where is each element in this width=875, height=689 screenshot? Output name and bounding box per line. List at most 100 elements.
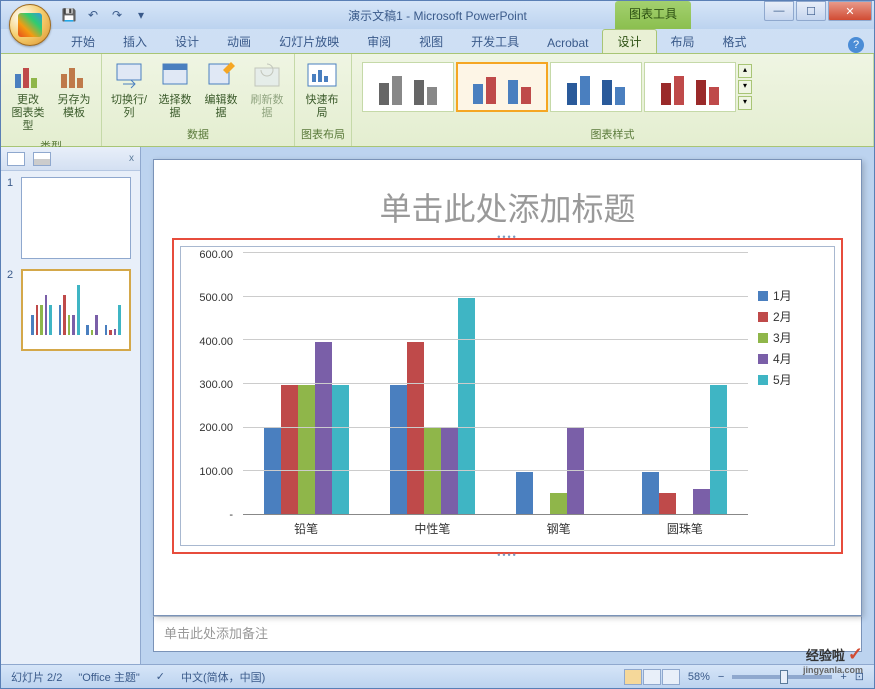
- thumb-num-1: 1: [7, 177, 17, 259]
- data-bar[interactable]: [550, 493, 567, 515]
- chart-style-1[interactable]: [362, 62, 454, 112]
- select-data-button[interactable]: 选择数据: [154, 58, 196, 122]
- y-tick-label: 300.00: [199, 379, 233, 391]
- legend-item[interactable]: 4月: [758, 350, 826, 367]
- y-tick-label: 500.00: [199, 292, 233, 304]
- watermark-check-icon: ✓: [848, 644, 863, 665]
- thumbnail-2[interactable]: 2: [7, 269, 134, 351]
- quick-layout-button[interactable]: 快速布局: [301, 58, 343, 122]
- tab-chart-design[interactable]: 设计: [602, 29, 656, 53]
- language-indicator[interactable]: 中文(简体，中国): [181, 669, 265, 685]
- data-bar[interactable]: [567, 428, 584, 515]
- save-template-button[interactable]: 另存为 模板: [53, 58, 95, 122]
- data-bar[interactable]: [390, 385, 407, 515]
- category-group: 圆珠笔: [622, 255, 748, 515]
- tab-insert[interactable]: 插入: [109, 30, 161, 53]
- data-bar[interactable]: [642, 472, 659, 515]
- tab-design[interactable]: 设计: [161, 30, 213, 53]
- tab-acrobat[interactable]: Acrobat: [533, 33, 602, 53]
- change-chart-type-button[interactable]: 更改 图表类型: [7, 58, 49, 136]
- gallery-down-icon[interactable]: ▾: [738, 80, 752, 94]
- slide-canvas[interactable]: 单击此处添加标题 -100.00200.00300.00400.00500.00…: [153, 159, 862, 616]
- legend-item[interactable]: 1月: [758, 287, 826, 304]
- tab-slideshow[interactable]: 幻灯片放映: [265, 30, 353, 53]
- office-button[interactable]: [9, 4, 51, 46]
- chart-object[interactable]: -100.00200.00300.00400.00500.00600.00 铅笔…: [180, 246, 835, 546]
- data-bar[interactable]: [281, 385, 298, 515]
- zoom-level[interactable]: 58%: [688, 671, 710, 683]
- data-bar[interactable]: [458, 298, 475, 515]
- tab-developer[interactable]: 开发工具: [457, 30, 533, 53]
- tab-review[interactable]: 审阅: [353, 30, 405, 53]
- zoom-thumb[interactable]: [780, 670, 788, 684]
- notes-placeholder[interactable]: 单击此处添加备注: [153, 616, 862, 652]
- qat-dropdown-icon[interactable]: ▾: [131, 5, 151, 25]
- sorter-view-button[interactable]: [643, 669, 661, 685]
- ribbon-group-styles: ▴ ▾ ▾ 图表样式: [352, 54, 874, 146]
- data-bar[interactable]: [693, 489, 710, 515]
- chart-style-2[interactable]: [456, 62, 548, 112]
- thumb-slide-1[interactable]: [21, 177, 131, 259]
- thumb-num-2: 2: [7, 269, 17, 351]
- legend-item[interactable]: 2月: [758, 308, 826, 325]
- data-bar[interactable]: [407, 342, 424, 515]
- grid-line: [243, 470, 748, 471]
- chart-style-4[interactable]: [644, 62, 736, 112]
- maximize-button[interactable]: ☐: [796, 1, 826, 21]
- thumbnail-1[interactable]: 1: [7, 177, 134, 259]
- refresh-data-icon: [251, 60, 283, 92]
- slideshow-view-button[interactable]: [662, 669, 680, 685]
- gallery-up-icon[interactable]: ▴: [738, 64, 752, 78]
- refresh-data-button[interactable]: 刷新数据: [246, 58, 288, 122]
- y-tick-label: 600.00: [199, 249, 233, 261]
- category-group: 钢笔: [496, 255, 622, 515]
- window-title: 演示文稿1 - Microsoft PowerPoint: [348, 7, 527, 24]
- data-bar[interactable]: [332, 385, 349, 515]
- spell-check-icon[interactable]: ✓: [156, 670, 165, 683]
- chart-legend[interactable]: 1月 2月 3月 4月 5月: [758, 247, 834, 545]
- undo-icon[interactable]: ↶: [83, 5, 103, 25]
- tab-home[interactable]: 开始: [57, 30, 109, 53]
- data-bar[interactable]: [659, 493, 676, 515]
- normal-view-button[interactable]: [624, 669, 642, 685]
- data-bar[interactable]: [298, 385, 315, 515]
- legend-item[interactable]: 5月: [758, 371, 826, 388]
- gallery-more-icon[interactable]: ▾: [738, 96, 752, 110]
- zoom-out-button[interactable]: −: [718, 671, 724, 683]
- title-placeholder[interactable]: 单击此处添加标题: [172, 172, 843, 238]
- zoom-slider[interactable]: [732, 675, 832, 679]
- panel-close-icon[interactable]: x: [129, 153, 134, 164]
- tab-view[interactable]: 视图: [405, 30, 457, 53]
- switch-row-col-label: 切换行/列: [110, 94, 148, 120]
- data-bar[interactable]: [710, 385, 727, 515]
- plot-area[interactable]: -100.00200.00300.00400.00500.00600.00 铅笔…: [181, 247, 758, 545]
- thumb-slide-2[interactable]: [21, 269, 131, 351]
- redo-icon[interactable]: ↷: [107, 5, 127, 25]
- slides-tab-icon[interactable]: [7, 152, 25, 166]
- tab-animation[interactable]: 动画: [213, 30, 265, 53]
- chart-style-3[interactable]: [550, 62, 642, 112]
- ribbon-tabs: 开始 插入 设计 动画 幻灯片放映 审阅 视图 开发工具 Acrobat 设计 …: [1, 29, 874, 53]
- outline-tab-icon[interactable]: [33, 152, 51, 166]
- category-group: 铅笔: [243, 255, 369, 515]
- slide-thumbnails: 1 2: [1, 171, 140, 664]
- minimize-button[interactable]: —: [764, 1, 794, 21]
- data-bar[interactable]: [264, 428, 281, 515]
- edit-data-label: 编辑数据: [202, 94, 240, 120]
- data-bar[interactable]: [516, 472, 533, 515]
- data-bar[interactable]: [441, 428, 458, 515]
- save-icon[interactable]: 💾: [59, 5, 79, 25]
- legend-item[interactable]: 3月: [758, 329, 826, 346]
- data-bar[interactable]: [424, 428, 441, 515]
- gallery-scroll[interactable]: ▴ ▾ ▾: [738, 64, 752, 110]
- save-template-label: 另存为 模板: [58, 94, 91, 120]
- tab-chart-layout[interactable]: 布局: [657, 30, 709, 53]
- close-button[interactable]: ✕: [828, 1, 872, 21]
- switch-row-col-button[interactable]: 切换行/列: [108, 58, 150, 122]
- help-icon[interactable]: ?: [848, 37, 864, 53]
- chart-selection-box[interactable]: -100.00200.00300.00400.00500.00600.00 铅笔…: [172, 238, 843, 554]
- edit-data-button[interactable]: 编辑数据: [200, 58, 242, 122]
- slide-counter: 幻灯片 2/2: [11, 669, 62, 685]
- data-bar[interactable]: [315, 342, 332, 515]
- tab-chart-format[interactable]: 格式: [709, 30, 761, 53]
